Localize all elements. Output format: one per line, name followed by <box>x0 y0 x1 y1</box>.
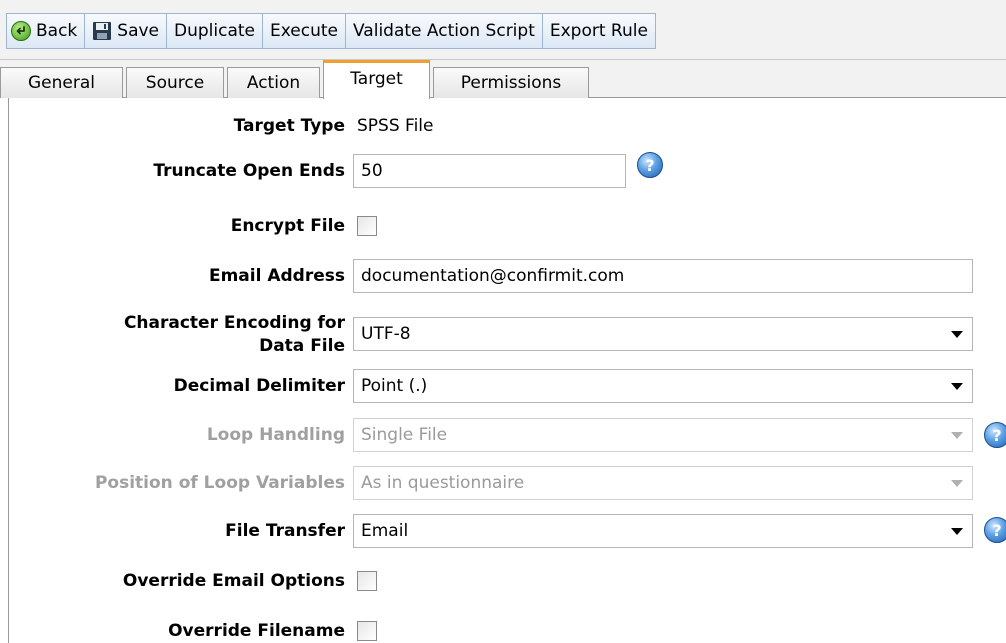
decimal-delimiter-select[interactable]: Point (.) <box>353 369 973 403</box>
back-arrow-icon <box>11 21 31 41</box>
email-address-label: Email Address <box>208 266 345 286</box>
loop-handling-label: Loop Handling <box>206 425 345 445</box>
encrypt-file-checkbox[interactable] <box>357 216 377 236</box>
export-rule-label: Export Rule <box>549 21 648 41</box>
override-filename-checkbox[interactable] <box>357 621 377 641</box>
duplicate-button-label: Duplicate <box>174 21 256 41</box>
dropdown-arrow-icon <box>951 480 963 487</box>
tab-permissions[interactable]: Permissions <box>433 67 589 98</box>
decimal-delimiter-label: Decimal Delimiter <box>173 376 345 396</box>
override-filename-label: Override Filename <box>168 621 345 641</box>
export-rule-button[interactable]: Export Rule <box>543 14 655 48</box>
override-email-options-checkbox[interactable] <box>357 571 377 591</box>
help-icon[interactable]: ? <box>984 422 1006 448</box>
duplicate-button[interactable]: Duplicate <box>167 14 264 48</box>
tab-source-label: Source <box>145 73 205 93</box>
character-encoding-label-line1: Character Encoding for <box>123 313 345 333</box>
dropdown-arrow-icon <box>951 432 963 439</box>
truncate-open-ends-input[interactable]: 50 <box>353 154 626 188</box>
help-icon[interactable]: ? <box>984 517 1006 543</box>
truncate-open-ends-label: Truncate Open Ends <box>153 161 345 181</box>
character-encoding-select[interactable]: UTF-8 <box>353 317 973 351</box>
loop-handling-select: Single File <box>353 418 973 452</box>
tab-target-label: Target <box>350 69 403 89</box>
target-type-label: Target Type <box>233 116 345 136</box>
back-button-label: Back <box>36 21 78 41</box>
email-address-input[interactable]: documentation@confirmit.com <box>353 259 973 293</box>
dropdown-arrow-icon <box>951 383 963 390</box>
back-button[interactable]: Back <box>7 14 86 48</box>
file-transfer-select[interactable]: Email <box>353 514 973 548</box>
position-loop-variables-value: As in questionnaire <box>361 473 525 493</box>
validate-action-script-label: Validate Action Script <box>353 21 535 41</box>
override-email-options-label: Override Email Options <box>122 571 345 591</box>
position-loop-variables-select: As in questionnaire <box>353 466 973 500</box>
position-loop-variables-label: Position of Loop Variables <box>94 473 345 493</box>
file-transfer-label: File Transfer <box>225 521 345 541</box>
character-encoding-label-line2: Data File <box>259 336 345 356</box>
character-encoding-value: UTF-8 <box>361 324 411 344</box>
email-address-value: documentation@confirmit.com <box>361 266 625 286</box>
tab-general[interactable]: General <box>0 67 123 98</box>
dropdown-arrow-icon <box>951 331 963 338</box>
encrypt-file-label: Encrypt File <box>230 216 345 236</box>
tab-source[interactable]: Source <box>126 67 224 98</box>
loop-handling-value: Single File <box>361 425 448 445</box>
tab-action-label: Action <box>246 73 301 93</box>
help-icon[interactable]: ? <box>637 152 663 178</box>
tab-permissions-label: Permissions <box>460 73 562 93</box>
dropdown-arrow-icon <box>951 528 963 535</box>
target-type-value: SPSS File <box>357 116 434 136</box>
tab-general-label: General <box>28 73 95 93</box>
file-transfer-value: Email <box>361 521 409 541</box>
tab-action[interactable]: Action <box>227 67 320 98</box>
content-border <box>8 98 9 643</box>
truncate-open-ends-value: 50 <box>361 161 383 181</box>
tab-target[interactable]: Target <box>323 60 430 99</box>
toolbar: Back Save Duplicate Execute Validate Act… <box>0 0 1006 60</box>
floppy-disk-icon <box>93 22 112 40</box>
execute-button-label: Execute <box>270 21 338 41</box>
decimal-delimiter-value: Point (.) <box>361 376 428 396</box>
save-button-label: Save <box>117 21 160 41</box>
validate-action-script-button[interactable]: Validate Action Script <box>346 14 543 48</box>
execute-button[interactable]: Execute <box>263 14 346 48</box>
save-button[interactable]: Save <box>85 14 168 48</box>
toolbar-button-group: Back Save Duplicate Execute Validate Act… <box>6 13 656 49</box>
